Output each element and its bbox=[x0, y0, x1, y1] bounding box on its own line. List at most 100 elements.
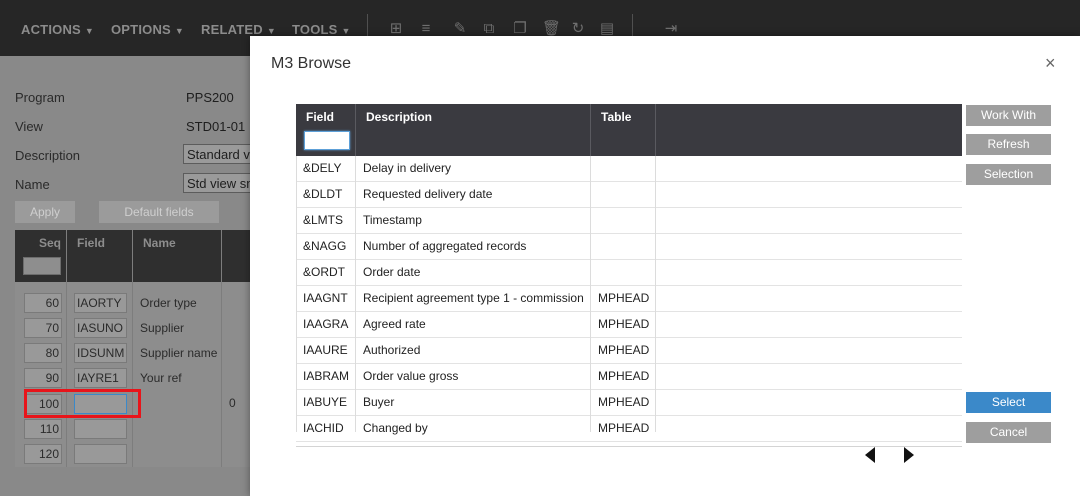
table-row[interactable]: &DELY Delay in delivery bbox=[296, 156, 962, 182]
grid-border bbox=[296, 156, 297, 432]
header-divider bbox=[355, 104, 356, 156]
table-cell: MPHEAD bbox=[598, 317, 650, 331]
header-divider bbox=[590, 104, 591, 156]
description-cell: Recipient agreement type 1 - commission bbox=[363, 291, 584, 305]
field-cell: IACHID bbox=[303, 421, 344, 435]
description-cell: Authorized bbox=[363, 343, 421, 357]
program-label: Program bbox=[15, 90, 65, 105]
field-cell[interactable] bbox=[74, 444, 127, 464]
description-column-header[interactable]: Description bbox=[366, 110, 432, 124]
field-cell: &NAGG bbox=[303, 239, 347, 253]
table-cell: MPHEAD bbox=[598, 343, 650, 357]
field-cell[interactable]: IAORTY bbox=[74, 293, 127, 313]
work-with-button[interactable]: Work With bbox=[966, 105, 1051, 126]
table-cell: MPHEAD bbox=[598, 291, 650, 305]
menu-actions[interactable]: ACTIONS ▼ bbox=[21, 22, 94, 37]
red-highlight-box bbox=[24, 389, 141, 418]
description-cell: Order date bbox=[363, 265, 421, 279]
seq-cell[interactable]: 80 bbox=[24, 343, 62, 363]
view-label: View bbox=[15, 119, 43, 134]
browse-grid: Field Description Table &DELY Delay in d… bbox=[296, 104, 962, 442]
field-cell: IAAURE bbox=[303, 343, 348, 357]
table-cell: MPHEAD bbox=[598, 395, 650, 409]
field-header: Field bbox=[77, 236, 106, 250]
view-value: STD01-01 bbox=[186, 119, 246, 134]
apply-button[interactable]: Apply bbox=[15, 201, 75, 223]
menu-tools[interactable]: TOOLS ▼ bbox=[292, 22, 351, 37]
field-cell: IABRAM bbox=[303, 369, 350, 383]
field-cell: &DLDT bbox=[303, 187, 343, 201]
menu-tools-label: TOOLS bbox=[292, 22, 338, 37]
table-row[interactable]: IABUYE Buyer MPHEAD bbox=[296, 390, 962, 416]
chevron-down-icon: ▼ bbox=[174, 26, 185, 36]
name-cell: Your ref bbox=[140, 371, 182, 385]
field-cell[interactable]: IASUNO bbox=[74, 318, 127, 338]
field-cell: &LMTS bbox=[303, 213, 344, 227]
field-cell[interactable] bbox=[74, 419, 127, 439]
table-row[interactable]: &NAGG Number of aggregated records bbox=[296, 234, 962, 260]
table-cell: MPHEAD bbox=[598, 421, 650, 435]
field-cell[interactable]: IDSUNM bbox=[74, 343, 127, 363]
description-cell: Changed by bbox=[363, 421, 428, 435]
chevron-down-icon: ▼ bbox=[84, 26, 95, 36]
refresh-button[interactable]: Refresh bbox=[966, 134, 1051, 155]
table-row[interactable]: IACHID Changed by MPHEAD bbox=[296, 416, 962, 442]
field-column-header[interactable]: Field bbox=[306, 110, 334, 124]
description-cell: Delay in delivery bbox=[363, 161, 452, 175]
field-cell[interactable]: IAYRE1 bbox=[74, 368, 127, 388]
table-row[interactable]: IAAURE Authorized MPHEAD bbox=[296, 338, 962, 364]
menu-related[interactable]: RELATED ▼ bbox=[201, 22, 276, 37]
description-cell: Number of aggregated records bbox=[363, 239, 527, 253]
name-label: Name bbox=[15, 177, 50, 192]
grid-divider bbox=[66, 230, 67, 467]
grid-divider bbox=[355, 156, 356, 432]
seq-header: Seq bbox=[39, 236, 62, 250]
menu-related-label: RELATED bbox=[201, 22, 263, 37]
chevron-down-icon: ▼ bbox=[341, 26, 351, 36]
program-value: PPS200 bbox=[186, 90, 234, 105]
description-cell: Buyer bbox=[363, 395, 395, 409]
description-label: Description bbox=[15, 148, 81, 163]
field-cell: IAAGNT bbox=[303, 291, 348, 305]
grid-divider bbox=[132, 230, 133, 467]
seq-cell[interactable]: 90 bbox=[24, 368, 62, 388]
table-row[interactable]: &DLDT Requested delivery date bbox=[296, 182, 962, 208]
close-icon[interactable]: × bbox=[1045, 53, 1056, 74]
table-row[interactable]: &ORDT Order date bbox=[296, 260, 962, 286]
next-page-icon[interactable] bbox=[904, 447, 914, 463]
cancel-button[interactable]: Cancel bbox=[966, 422, 1051, 443]
chevron-down-icon: ▼ bbox=[266, 26, 276, 36]
previous-page-icon[interactable] bbox=[865, 447, 875, 463]
selection-button[interactable]: Selection bbox=[966, 164, 1051, 185]
description-cell: Timestamp bbox=[363, 213, 422, 227]
seq-cell[interactable]: 70 bbox=[24, 318, 62, 338]
field-cell: &ORDT bbox=[303, 265, 345, 279]
table-row[interactable]: IAAGRA Agreed rate MPHEAD bbox=[296, 312, 962, 338]
table-row[interactable]: &LMTS Timestamp bbox=[296, 208, 962, 234]
field-filter-input[interactable] bbox=[304, 131, 350, 150]
name-header: Name bbox=[143, 236, 176, 250]
field-cell: IABUYE bbox=[303, 395, 348, 409]
dialog-title: M3 Browse bbox=[271, 55, 352, 72]
grid-divider bbox=[221, 230, 222, 467]
field-cell: IAAGRA bbox=[303, 317, 349, 331]
menu-options[interactable]: OPTIONS ▼ bbox=[111, 22, 184, 37]
default-fields-button[interactable]: Default fields bbox=[99, 201, 219, 223]
menu-actions-label: ACTIONS bbox=[21, 22, 81, 37]
table-row[interactable]: IAAGNT Recipient agreement type 1 - comm… bbox=[296, 286, 962, 312]
table-column-header[interactable]: Table bbox=[601, 110, 631, 124]
seq-filter-input[interactable] bbox=[23, 257, 61, 275]
m3-browse-dialog: M3 Browse × Field Description Table &DEL… bbox=[250, 36, 1080, 496]
table-row[interactable]: IABRAM Order value gross MPHEAD bbox=[296, 364, 962, 390]
table-cell: MPHEAD bbox=[598, 369, 650, 383]
grid-divider bbox=[590, 156, 591, 432]
seq-cell[interactable]: 110 bbox=[24, 419, 62, 439]
description-cell: Agreed rate bbox=[363, 317, 426, 331]
menu-options-label: OPTIONS bbox=[111, 22, 171, 37]
name-cell: Order type bbox=[140, 296, 197, 310]
grid-bottom-line bbox=[296, 446, 962, 447]
seq-cell[interactable]: 120 bbox=[24, 444, 62, 464]
description-cell: Order value gross bbox=[363, 369, 459, 383]
select-button[interactable]: Select bbox=[966, 392, 1051, 413]
seq-cell[interactable]: 60 bbox=[24, 293, 62, 313]
